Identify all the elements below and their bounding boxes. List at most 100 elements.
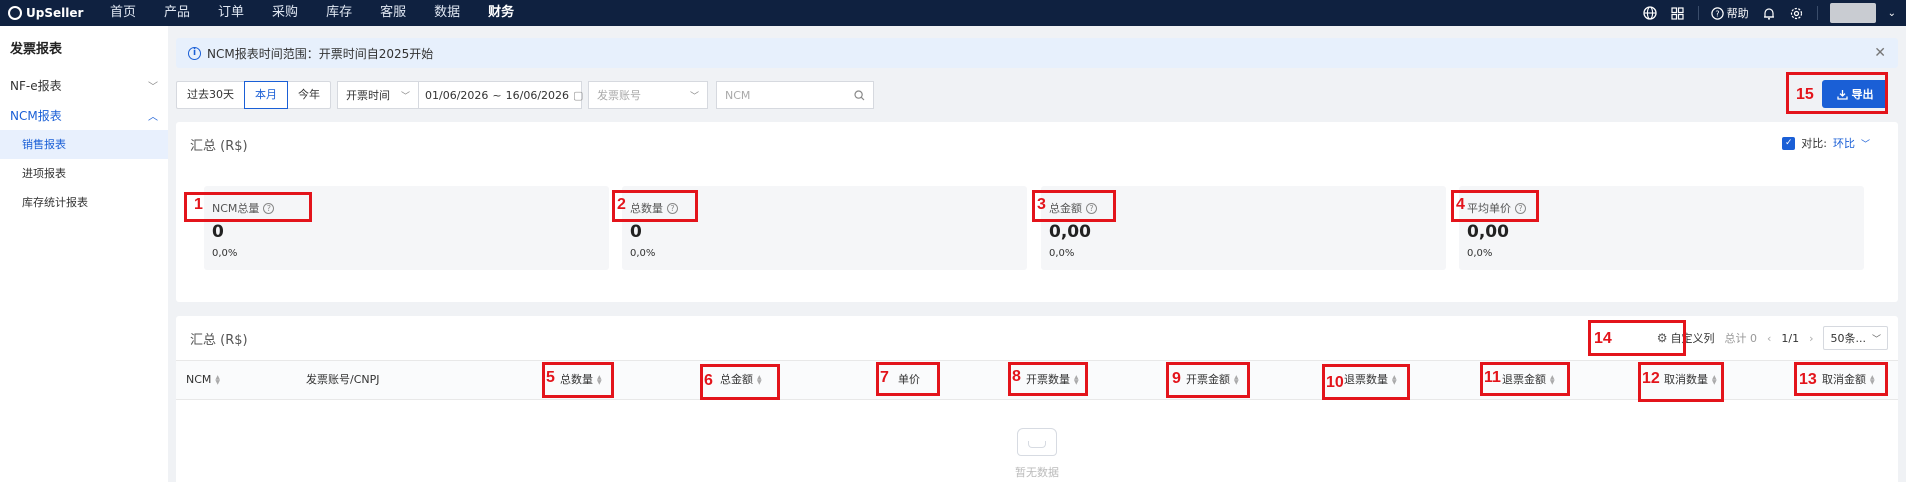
chevron-down-icon: ﹀ bbox=[148, 81, 158, 93]
annotation-number: 8 bbox=[1012, 368, 1021, 385]
range-this-month[interactable]: 本月 bbox=[244, 81, 288, 109]
summary-title: 汇总 (R$) bbox=[190, 138, 248, 154]
stat-change: 0,0% bbox=[1049, 248, 1075, 259]
date-separator: ~ bbox=[492, 88, 502, 102]
export-button[interactable]: 导出 bbox=[1822, 80, 1888, 108]
brand-name: UpSeller bbox=[26, 6, 84, 20]
page-size-select[interactable]: 50条... ﹀ bbox=[1823, 326, 1888, 350]
nav-products[interactable]: 产品 bbox=[150, 0, 204, 26]
time-type-select[interactable]: 开票时间 ﹀ bbox=[337, 81, 419, 109]
col-invoice-account: 发票账号/CNPJ bbox=[306, 361, 380, 399]
stat-label: 总数量? bbox=[630, 200, 678, 216]
chevron-left-icon[interactable]: ‹ bbox=[1767, 332, 1771, 345]
sidebar-group-label: NCM报表 bbox=[10, 108, 62, 123]
svg-text:?: ? bbox=[1715, 9, 1719, 18]
table-header-bar: 汇总 (R$) bbox=[176, 316, 1898, 360]
help-circle-icon[interactable]: ? bbox=[263, 202, 275, 214]
stat-change: 0,0% bbox=[1467, 248, 1493, 259]
sidebar-group-nfe[interactable]: NF-e报表 ﹀ bbox=[0, 70, 168, 100]
chevron-down-icon[interactable]: ⌄ bbox=[1888, 8, 1896, 19]
sort-icon: ▲ ▼ bbox=[1392, 374, 1397, 386]
ncm-search-input[interactable]: NCM bbox=[716, 81, 874, 109]
chevron-down-icon[interactable]: ﹀ bbox=[1861, 137, 1870, 150]
annotation-number: 1 bbox=[194, 196, 203, 213]
custom-columns-button[interactable]: ⚙ 自定义列 bbox=[1657, 330, 1715, 346]
invoice-account-select[interactable]: 发票账号 ﹀ bbox=[588, 81, 708, 109]
help-circle-icon[interactable]: ? bbox=[667, 202, 678, 214]
help-circle-icon[interactable]: ? bbox=[1086, 202, 1097, 214]
chevron-right-icon[interactable]: › bbox=[1809, 332, 1813, 345]
col-ncm[interactable]: NCM ▲ ▼ bbox=[186, 361, 220, 399]
annotation-number: 14 bbox=[1594, 330, 1612, 347]
nav-orders[interactable]: 订单 bbox=[204, 0, 258, 26]
nav-purchase[interactable]: 采购 bbox=[258, 0, 312, 26]
stat-change: 0,0% bbox=[630, 248, 656, 259]
col-cancel-amount[interactable]: 取消金额 ▲ ▼ bbox=[1822, 361, 1875, 399]
col-total-quantity[interactable]: 总数量 ▲ ▼ bbox=[560, 361, 602, 399]
col-refund-quantity[interactable]: 退票数量 ▲ ▼ bbox=[1344, 361, 1397, 399]
nav-home[interactable]: 首页 bbox=[96, 0, 150, 26]
time-type-value: 开票时间 bbox=[346, 89, 390, 102]
date-start: 01/06/2026 bbox=[425, 88, 489, 102]
col-issued-amount[interactable]: 开票金额 ▲ ▼ bbox=[1186, 361, 1239, 399]
date-range-segment: 过去30天 本月 今年 bbox=[176, 81, 331, 109]
nav-data[interactable]: 数据 bbox=[420, 0, 474, 26]
annotation-number: 4 bbox=[1456, 196, 1465, 213]
sidebar-group-label: NF-e报表 bbox=[10, 78, 62, 93]
sidebar-item-inventory-report[interactable]: 库存统计报表 bbox=[0, 188, 168, 217]
stat-ncm-total: NCM总量? 0 0,0% bbox=[204, 186, 609, 270]
stat-value: 0 bbox=[212, 222, 224, 242]
help-circle-icon[interactable]: ? bbox=[1515, 202, 1526, 214]
annotation-number: 2 bbox=[617, 196, 626, 213]
col-issued-quantity[interactable]: 开票数量 ▲ ▼ bbox=[1026, 361, 1079, 399]
sidebar-item-sales-report[interactable]: 销售报表 bbox=[0, 130, 168, 159]
col-label: 取消金额 bbox=[1822, 373, 1866, 386]
toolbar-divider-2 bbox=[1816, 6, 1818, 20]
compare-label: 对比: bbox=[1801, 137, 1827, 150]
stat-label-text: 总数量 bbox=[630, 202, 663, 215]
nav-finance[interactable]: 财务 bbox=[474, 0, 528, 26]
avatar[interactable] bbox=[1829, 3, 1876, 23]
ncm-search-placeholder: NCM bbox=[725, 88, 751, 102]
grid-apps-icon[interactable] bbox=[1670, 5, 1686, 21]
range-this-year[interactable]: 今年 bbox=[287, 81, 331, 109]
sidebar-group-ncm[interactable]: NCM报表 ︿ bbox=[0, 100, 168, 130]
compare-checkbox[interactable]: ✓ bbox=[1782, 136, 1796, 150]
table-title: 汇总 (R$) bbox=[190, 332, 248, 348]
brand-logo[interactable]: UpSeller bbox=[0, 6, 96, 20]
globe-icon[interactable] bbox=[1642, 5, 1658, 21]
col-label: 发票账号/CNPJ bbox=[306, 373, 380, 386]
chevron-down-icon: ﹀ bbox=[689, 91, 699, 102]
empty-text: 暂无数据 bbox=[1015, 466, 1059, 479]
close-icon[interactable]: ✕ bbox=[1874, 45, 1886, 61]
sidebar-title: 发票报表 bbox=[10, 42, 63, 57]
range-last-30-days[interactable]: 过去30天 bbox=[176, 81, 245, 109]
stat-label: 总金额? bbox=[1049, 200, 1097, 216]
custom-columns-label: 自定义列 bbox=[1670, 332, 1715, 345]
sidebar-item-purchase-report[interactable]: 进项报表 bbox=[0, 159, 168, 188]
sidebar: 发票报表 NF-e报表 ﹀ NCM报表 ︿ 销售报表 进项报表 库存统计报表 bbox=[0, 26, 168, 482]
col-cancel-quantity[interactable]: 取消数量 ▲ ▼ bbox=[1664, 361, 1717, 399]
col-refund-amount[interactable]: 退票金额 ▲ ▼ bbox=[1502, 361, 1555, 399]
col-total-amount[interactable]: 总金额 ▲ ▼ bbox=[720, 361, 762, 399]
gear-icon[interactable] bbox=[1789, 5, 1805, 21]
stat-value: 0,00 bbox=[1049, 222, 1091, 242]
export-label: 导出 bbox=[1851, 88, 1874, 101]
annotation-number: 3 bbox=[1037, 196, 1046, 213]
col-label: 单价 bbox=[898, 373, 920, 386]
stat-label: NCM总量? bbox=[212, 200, 275, 216]
stat-value: 0,00 bbox=[1467, 222, 1509, 242]
annotation-number: 11 bbox=[1484, 369, 1501, 386]
nav-customer-service[interactable]: 客服 bbox=[366, 0, 420, 26]
annotation-number: 6 bbox=[704, 372, 713, 389]
date-range-picker[interactable]: 01/06/2026 ~ 16/06/2026 ▢ bbox=[419, 81, 583, 109]
stat-total-quantity: 总数量? 0 0,0% bbox=[622, 186, 1027, 270]
col-label: 总数量 bbox=[560, 373, 593, 386]
nav-inventory[interactable]: 库存 bbox=[312, 0, 366, 26]
bell-icon[interactable] bbox=[1761, 5, 1777, 21]
invoice-account-placeholder: 发票账号 bbox=[597, 89, 641, 102]
help-button[interactable]: ? 帮助 bbox=[1710, 5, 1749, 21]
compare-select[interactable]: 环比 bbox=[1833, 135, 1855, 151]
notice-text: NCM报表时间范围：开票时间自2025开始 bbox=[207, 46, 434, 61]
total-count: 总计 0 bbox=[1724, 332, 1757, 345]
